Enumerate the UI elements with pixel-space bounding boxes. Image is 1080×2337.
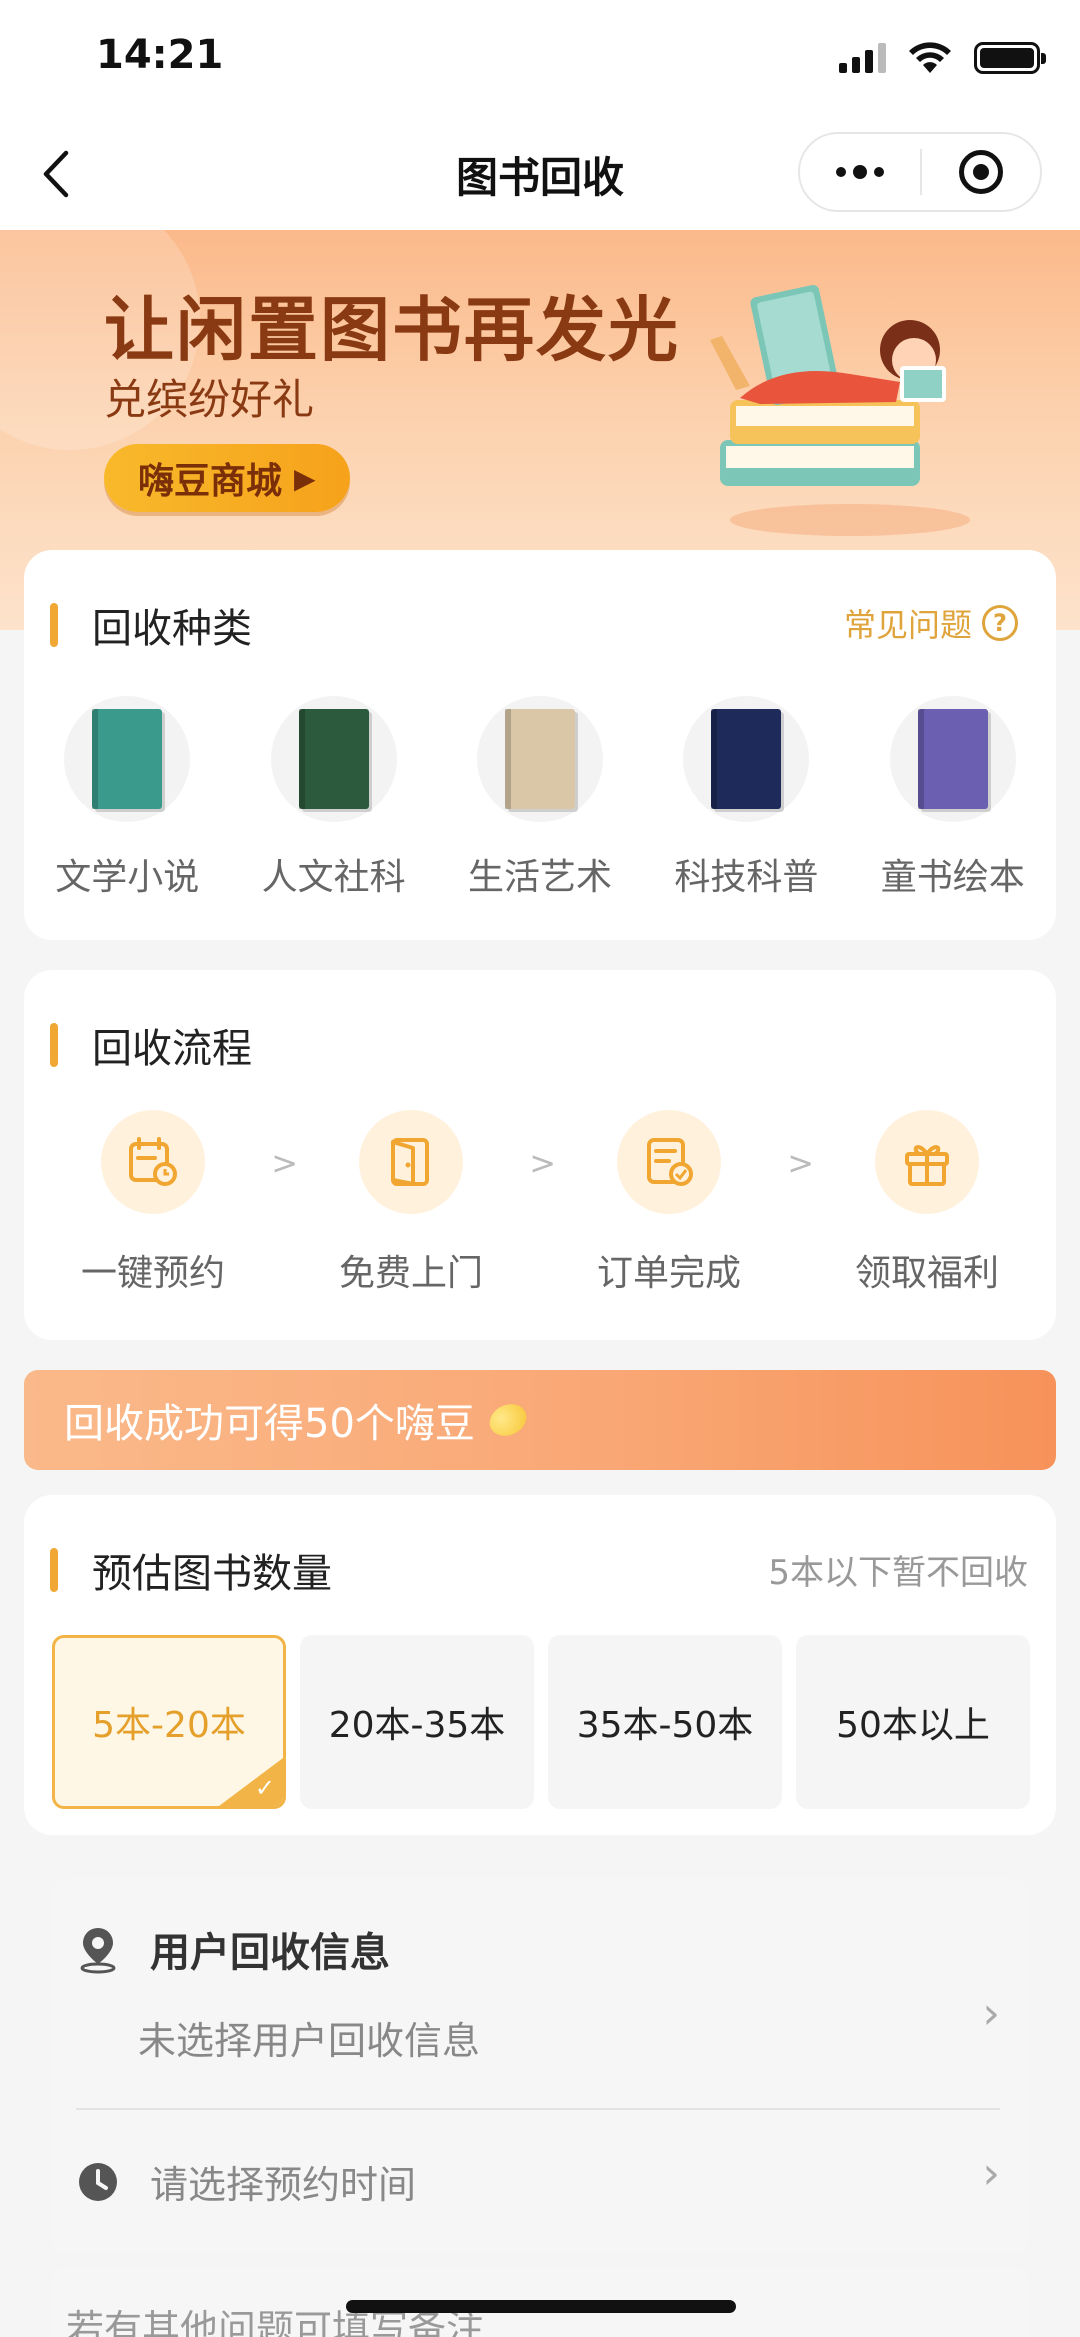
quantity-option-5-20[interactable]: 5本-20本 ✓ (52, 1635, 286, 1809)
type-item-lifestyle-art[interactable]: 生活艺术 (437, 696, 643, 900)
book-cover (298, 709, 369, 809)
chevron-right-icon[interactable]: › (982, 1988, 1000, 2039)
type-label: 人文社科 (261, 857, 406, 898)
user-info-select[interactable]: 未选择用户回收信息 (138, 2010, 480, 2065)
nav-bar: 图书回收 (0, 120, 1080, 230)
gift-icon (875, 1110, 979, 1214)
recycle-types-list: 文学小说 人文社科 生活艺术 科技科普 童书绘本 (24, 696, 1056, 900)
section-title: 预估图书数量 (92, 1551, 332, 1597)
section-header: 回收种类 (50, 596, 252, 654)
quantity-option-20-35[interactable]: 20本-35本 (300, 1635, 534, 1809)
quantity-note: 5本以下暂不回收 (768, 1553, 1028, 1593)
document-check-icon (617, 1110, 721, 1214)
quantity-option-35-50[interactable]: 35本-50本 (548, 1635, 782, 1809)
section-accent-bar (50, 1023, 58, 1067)
type-label: 生活艺术 (467, 857, 612, 898)
chevron-right-icon[interactable]: › (982, 2148, 1000, 2199)
divider (76, 2108, 1000, 2110)
target-icon (959, 150, 1003, 194)
wifi-icon (909, 42, 951, 73)
quantity-option-50-plus[interactable]: 50本以上 (796, 1635, 1030, 1809)
book-thumbnail (683, 696, 810, 822)
quantity-card: 预估图书数量 5本以下暂不回收 5本-20本 ✓ 20本-35本 35本-50本… (24, 1495, 1056, 1835)
type-label: 科技科普 (674, 857, 819, 898)
close-mini-program-button[interactable] (922, 134, 1040, 210)
location-pin-icon (80, 1928, 116, 1974)
appointment-time-row[interactable]: 请选择预约时间 (76, 2154, 416, 2209)
battery-icon (974, 42, 1046, 74)
quantity-option-label: 20本-35本 (328, 1705, 506, 1746)
clock-icon (79, 2162, 117, 2201)
flow-step-reward: 领取福利 (798, 1110, 1056, 1296)
faq-link[interactable]: 常见问题 ? (844, 600, 1018, 646)
question-circle-icon: ? (982, 605, 1018, 641)
recycle-types-card: 回收种类 常见问题 ? 文学小说 人文社科 生活艺术 科技科普 童书绘本 (24, 550, 1056, 940)
book-cover (917, 709, 988, 809)
book-thumbnail (270, 696, 397, 822)
quantity-option-label: 35本-50本 (576, 1705, 754, 1746)
book-thumbnail (64, 696, 191, 822)
banner-subtitle: 兑缤纷好礼 (104, 375, 315, 424)
flow-step-book: 一键预约 > (24, 1110, 298, 1296)
type-item-humanities[interactable]: 人文社科 (230, 696, 436, 900)
quantity-option-label: 50本以上 (836, 1705, 990, 1746)
section-accent-bar (50, 603, 58, 647)
section-header: 回收流程 (50, 1016, 252, 1074)
bean-icon (484, 1398, 532, 1442)
flow-steps: 一键预约 > 免费上门 > 订单完成 > 领取福利 (24, 1110, 1056, 1296)
book-cover (504, 709, 575, 809)
book-thumbnail (889, 696, 1016, 822)
appointment-time-placeholder: 请选择预约时间 (150, 2163, 417, 2207)
mall-button[interactable]: 嗨豆商城 ▶ (104, 444, 350, 512)
book-cover (711, 709, 782, 809)
type-label: 文学小说 (55, 857, 200, 898)
book-thumbnail (476, 696, 603, 822)
calendar-icon (101, 1110, 205, 1214)
flow-label: 订单完成 (596, 1253, 741, 1294)
flow-label: 一键预约 (80, 1253, 225, 1294)
check-icon: ✓ (254, 1774, 275, 1802)
mall-button-label: 嗨豆商城 (138, 461, 283, 502)
flow-step-pickup: 免费上门 > (282, 1110, 556, 1296)
type-label: 童书绘本 (880, 857, 1025, 898)
user-info-header: 用户回收信息 (76, 1920, 390, 1978)
mini-program-capsule (798, 132, 1042, 212)
flow-step-complete: 订单完成 > (540, 1110, 814, 1296)
banner-title: 让闲置图书再发光 (104, 289, 680, 371)
quantity-options: 5本-20本 ✓ 20本-35本 35本-50本 50本以上 (52, 1635, 1030, 1809)
type-item-children[interactable]: 童书绘本 (850, 696, 1056, 900)
recycle-flow-card: 回收流程 一键预约 > 免费上门 > 订单完成 > 领取福利 (24, 970, 1056, 1340)
flow-label: 领取福利 (854, 1253, 999, 1294)
user-info-card: 用户回收信息 未选择用户回收信息 › 请选择预约时间 › (52, 1878, 1028, 2254)
section-title: 回收流程 (92, 1026, 252, 1072)
type-item-science[interactable]: 科技科普 (643, 696, 849, 900)
door-icon (359, 1110, 463, 1214)
book-cover (92, 709, 163, 809)
reward-banner: 回收成功可得50个嗨豆 (24, 1370, 1056, 1470)
section-title: 回收种类 (92, 606, 252, 652)
flow-label: 免费上门 (338, 1253, 483, 1294)
more-button[interactable] (800, 134, 920, 210)
section-header: 预估图书数量 (50, 1541, 332, 1599)
user-info-title: 用户回收信息 (150, 1930, 390, 1976)
quantity-option-label: 5本-20本 (92, 1705, 246, 1746)
reward-text: 回收成功可得50个嗨豆 (64, 1401, 475, 1447)
status-bar: 14:21 (0, 0, 1080, 120)
section-accent-bar (50, 1548, 58, 1592)
faq-label: 常见问题 (843, 606, 972, 644)
home-indicator (346, 2300, 736, 2313)
reading-girl-illustration (710, 285, 970, 536)
play-arrow-icon: ▶ (294, 461, 316, 495)
type-item-literature[interactable]: 文学小说 (24, 696, 230, 900)
status-icons (839, 40, 1046, 76)
cellular-signal-icon (839, 43, 886, 73)
status-time: 14:21 (96, 32, 224, 78)
